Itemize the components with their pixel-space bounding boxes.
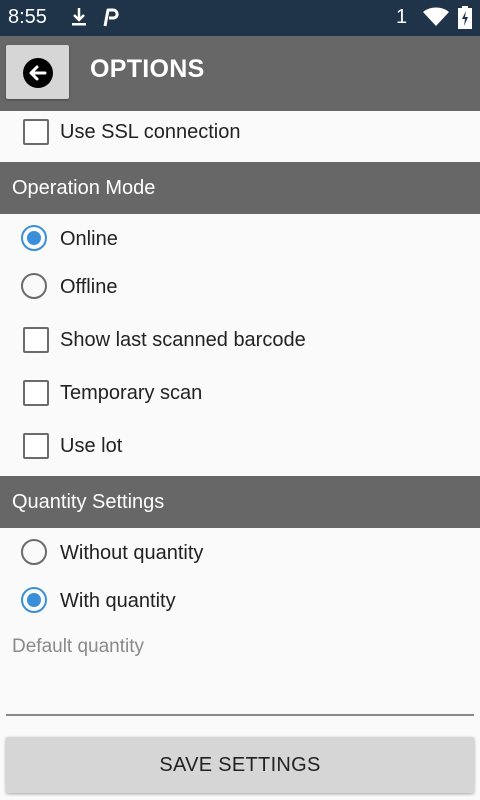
with-quantity-row[interactable]: With quantity	[0, 578, 480, 626]
default-quantity-input[interactable]	[6, 660, 474, 716]
arrow-left-icon	[23, 58, 53, 88]
download-icon	[72, 8, 86, 26]
operation-mode-title: Operation Mode	[12, 177, 156, 199]
battery-charging-icon	[458, 6, 472, 29]
parking-app-icon	[103, 8, 119, 27]
wifi-icon	[423, 7, 449, 26]
use-lot-checkbox[interactable]	[23, 433, 49, 459]
quantity-settings-title: Quantity Settings	[12, 491, 165, 513]
offline-radio-row[interactable]: Offline	[0, 264, 480, 312]
temporary-scan-label: Temporary scan	[60, 382, 203, 404]
save-settings-label: SAVE SETTINGS	[159, 754, 321, 776]
temporary-scan-row[interactable]: Temporary scan	[0, 370, 480, 418]
status-time: 8:55	[8, 6, 47, 28]
with-quantity-radio[interactable]	[21, 587, 47, 613]
save-settings-button[interactable]: SAVE SETTINGS	[6, 737, 474, 793]
show-last-barcode-checkbox[interactable]	[23, 327, 49, 353]
radio-selected-dot	[27, 231, 41, 245]
without-quantity-label: Without quantity	[60, 542, 204, 564]
show-last-barcode-label: Show last scanned barcode	[60, 329, 306, 351]
online-radio-row[interactable]: Online	[0, 216, 480, 264]
radio-selected-dot	[27, 593, 41, 607]
without-quantity-row[interactable]: Without quantity	[0, 530, 480, 578]
online-label: Online	[60, 228, 118, 250]
use-lot-label: Use lot	[60, 435, 123, 457]
app-bar: OPTIONS	[0, 36, 480, 111]
online-radio[interactable]	[21, 225, 47, 251]
without-quantity-radio[interactable]	[21, 539, 47, 565]
default-quantity-label: Default quantity	[12, 636, 145, 657]
status-bar: 8:55 1	[0, 0, 480, 36]
quantity-settings-header: Quantity Settings	[0, 476, 480, 528]
back-button[interactable]	[6, 45, 69, 99]
with-quantity-label: With quantity	[60, 590, 176, 612]
operation-mode-header: Operation Mode	[0, 162, 480, 214]
ssl-label: Use SSL connection	[60, 121, 241, 143]
offline-label: Offline	[60, 276, 118, 298]
show-last-barcode-row[interactable]: Show last scanned barcode	[0, 317, 480, 365]
offline-radio[interactable]	[21, 273, 47, 299]
ssl-checkbox-row[interactable]: Use SSL connection	[0, 109, 480, 157]
temporary-scan-checkbox[interactable]	[23, 380, 49, 406]
use-lot-row[interactable]: Use lot	[0, 423, 480, 471]
notification-count: 1	[396, 6, 408, 28]
ssl-checkbox[interactable]	[23, 119, 49, 145]
page-title: OPTIONS	[90, 55, 205, 83]
